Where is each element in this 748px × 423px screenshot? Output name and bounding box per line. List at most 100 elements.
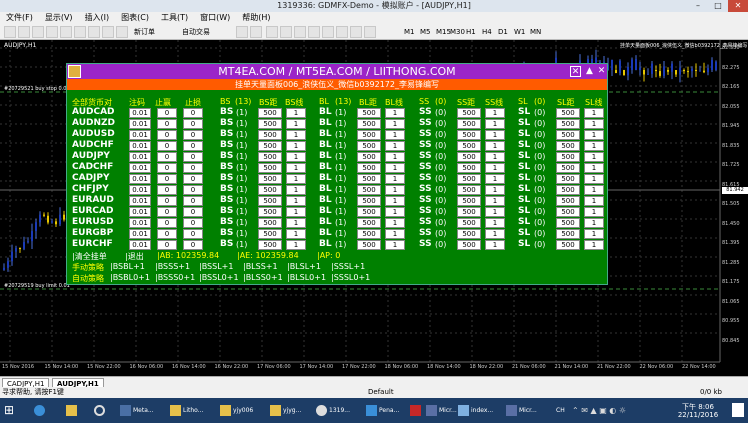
ss-line-input[interactable]: 1 xyxy=(485,163,505,173)
pair-symbol[interactable]: EURCHF xyxy=(72,239,113,249)
bl-dist-input[interactable]: 500 xyxy=(357,240,381,250)
sl-order-button[interactable]: SL xyxy=(518,107,530,117)
bs-line-input[interactable]: 1 xyxy=(286,152,306,162)
bl-dist-input[interactable]: 500 xyxy=(357,196,381,206)
pair-symbol[interactable]: AUDUSD xyxy=(72,129,115,139)
bl-line-input[interactable]: 1 xyxy=(385,141,405,151)
ss-button[interactable]: SS xyxy=(419,140,432,150)
ss-button[interactable]: SS xyxy=(419,151,432,161)
bs-button[interactable]: BS xyxy=(220,107,233,117)
menu-help[interactable]: 帮助(H) xyxy=(236,12,276,24)
lot-input[interactable]: 0.01 xyxy=(129,108,151,118)
bl-button[interactable]: BL xyxy=(319,162,332,172)
sl-order-button[interactable]: SL xyxy=(518,206,530,216)
bl-button[interactable]: BL xyxy=(319,107,332,117)
sl-order-dist-input[interactable]: 500 xyxy=(556,163,580,173)
ss-button[interactable]: SS xyxy=(419,162,432,172)
sl-order-button[interactable]: SL xyxy=(518,129,530,139)
pair-symbol[interactable]: AUDCAD xyxy=(72,107,115,117)
pair-symbol[interactable]: CADJPY xyxy=(72,173,110,183)
ss-dist-input[interactable]: 500 xyxy=(457,229,481,239)
lot-input[interactable]: 0.01 xyxy=(129,229,151,239)
ss-line-input[interactable]: 1 xyxy=(485,196,505,206)
sl-order-dist-input[interactable]: 500 xyxy=(556,119,580,129)
bs-line-input[interactable]: 1 xyxy=(286,229,306,239)
sl-order-dist-input[interactable]: 500 xyxy=(556,152,580,162)
bl-dist-input[interactable]: 500 xyxy=(357,163,381,173)
bl-line-input[interactable]: 1 xyxy=(385,130,405,140)
bs-line-input[interactable]: 1 xyxy=(286,130,306,140)
sl-input[interactable]: 0 xyxy=(183,229,203,239)
sl-order-dist-input[interactable]: 500 xyxy=(556,196,580,206)
bs-button[interactable]: BS xyxy=(220,239,233,249)
task-yjy006[interactable]: yjy006 xyxy=(220,401,253,420)
ime-indicator[interactable]: CH xyxy=(556,401,565,420)
bs-button[interactable]: BS xyxy=(220,217,233,227)
bl-dist-input[interactable]: 500 xyxy=(357,207,381,217)
tp-input[interactable]: 0 xyxy=(157,240,177,250)
tp-input[interactable]: 0 xyxy=(157,174,177,184)
tf-m15[interactable]: M15 xyxy=(436,26,451,38)
ss-line-input[interactable]: 1 xyxy=(485,141,505,151)
ss-dist-input[interactable]: 500 xyxy=(457,207,481,217)
bl-line-input[interactable]: 1 xyxy=(385,185,405,195)
ss-line-input[interactable]: 1 xyxy=(485,174,505,184)
sl-input[interactable]: 0 xyxy=(183,119,203,129)
sl-order-button[interactable]: SL xyxy=(518,217,530,227)
ss-button[interactable]: SS xyxy=(419,206,432,216)
bl-button[interactable]: BL xyxy=(319,239,332,249)
task-litho[interactable]: Litho... xyxy=(170,401,203,420)
bs-dist-input[interactable]: 500 xyxy=(258,196,282,206)
tray-icons[interactable]: ⌃ ✉ ▲ ▣ ◐ ☼ xyxy=(572,401,652,420)
ss-dist-input[interactable]: 500 xyxy=(457,174,481,184)
menu-charts[interactable]: 图表(C) xyxy=(115,12,155,24)
ss-dist-input[interactable]: 500 xyxy=(457,130,481,140)
ss-button[interactable]: SS xyxy=(419,129,432,139)
lot-input[interactable]: 0.01 xyxy=(129,152,151,162)
pair-symbol[interactable]: AUDJPY xyxy=(72,151,110,161)
task-meta[interactable]: Meta... xyxy=(120,401,154,420)
cursor-icon[interactable] xyxy=(236,26,248,38)
tp-input[interactable]: 0 xyxy=(157,185,177,195)
tp-input[interactable]: 0 xyxy=(157,229,177,239)
terminal-icon[interactable] xyxy=(74,26,86,38)
exit-button[interactable]: |退出 xyxy=(125,251,144,262)
bl-dist-input[interactable]: 500 xyxy=(357,130,381,140)
ss-line-input[interactable]: 1 xyxy=(485,108,505,118)
options-icon[interactable] xyxy=(102,26,114,38)
manual-sssl-button[interactable]: |SSSL+1 xyxy=(331,262,365,271)
sl-order-button[interactable]: SL xyxy=(518,228,530,238)
lot-input[interactable]: 0.01 xyxy=(129,196,151,206)
new-order-button[interactable]: 新订单 xyxy=(134,26,166,38)
sl-order-button[interactable]: SL xyxy=(518,184,530,194)
sl-order-line-input[interactable]: 1 xyxy=(584,174,604,184)
profiles-icon[interactable] xyxy=(18,26,30,38)
ss-button[interactable]: SS xyxy=(419,228,432,238)
tf-m30[interactable]: M30 xyxy=(450,26,465,38)
bl-line-input[interactable]: 1 xyxy=(385,218,405,228)
trendline-icon[interactable] xyxy=(294,26,306,38)
sl-order-line-input[interactable]: 1 xyxy=(584,229,604,239)
sl-input[interactable]: 0 xyxy=(183,108,203,118)
text-icon[interactable] xyxy=(336,26,348,38)
bs-line-input[interactable]: 1 xyxy=(286,218,306,228)
navigator-icon[interactable] xyxy=(60,26,72,38)
sl-input[interactable]: 0 xyxy=(183,174,203,184)
sl-input[interactable]: 0 xyxy=(183,218,203,228)
bl-button[interactable]: BL xyxy=(319,217,332,227)
arrow-icon[interactable] xyxy=(364,26,376,38)
sl-order-line-input[interactable]: 1 xyxy=(584,240,604,250)
panel-collapse-icon[interactable]: ▲ xyxy=(584,66,595,77)
panel-close-icon[interactable]: ✕ xyxy=(570,66,581,77)
bl-line-input[interactable]: 1 xyxy=(385,119,405,129)
auto-blss-button[interactable]: |BLSS0+1 xyxy=(243,273,283,282)
manual-bsbl-button[interactable]: |BSBL+1 xyxy=(110,262,145,271)
ss-button[interactable]: SS xyxy=(419,184,432,194)
bl-dist-input[interactable]: 500 xyxy=(357,174,381,184)
bl-button[interactable]: BL xyxy=(319,118,332,128)
ss-line-input[interactable]: 1 xyxy=(485,185,505,195)
tp-input[interactable]: 0 xyxy=(157,141,177,151)
tp-input[interactable]: 0 xyxy=(157,163,177,173)
task-app[interactable] xyxy=(410,401,423,420)
bl-dist-input[interactable]: 500 xyxy=(357,185,381,195)
